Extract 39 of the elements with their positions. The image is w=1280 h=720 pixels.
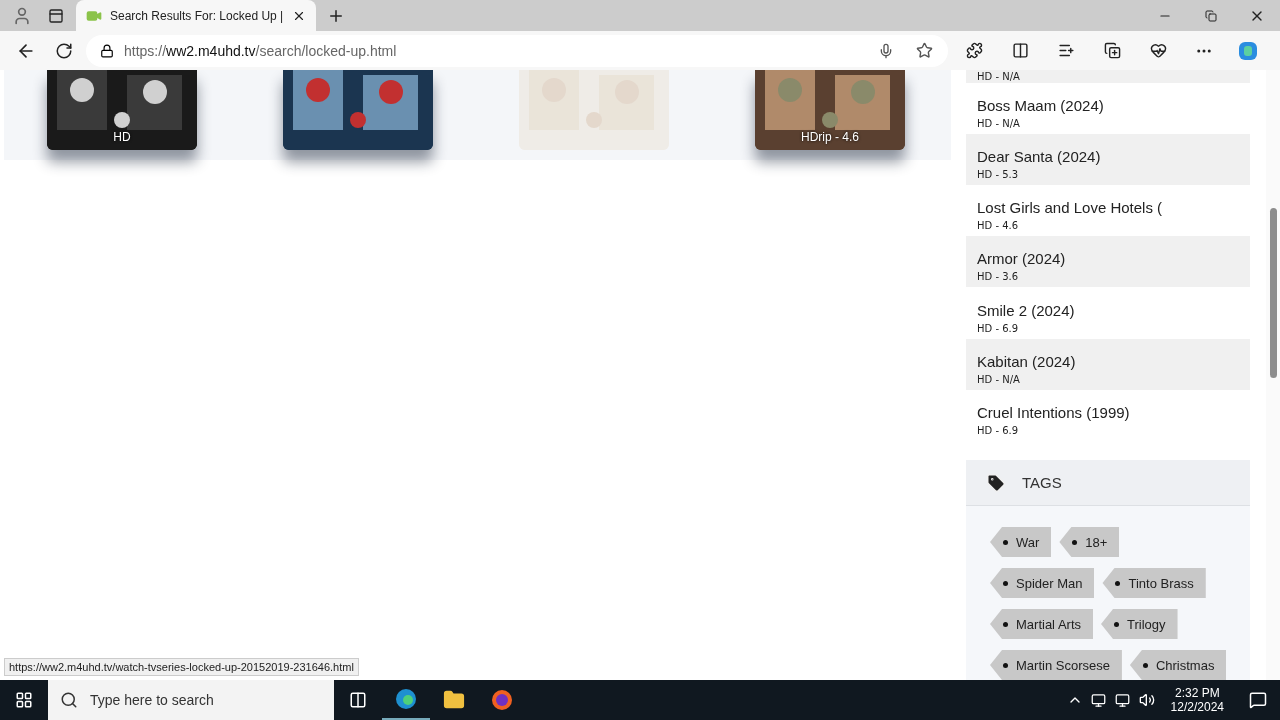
movie-quality: HD - 6.9 (977, 321, 1020, 335)
scrollbar[interactable] (1266, 70, 1280, 680)
tag-link[interactable]: Martial Arts (990, 609, 1093, 640)
tag-link[interactable]: Trilogy (1101, 609, 1178, 640)
tag-link[interactable]: Martin Scorsese (990, 650, 1122, 680)
search-icon (60, 691, 78, 709)
tag-link[interactable]: 18+ (1059, 527, 1120, 558)
movie-title: Armor (2024) (977, 249, 1067, 270)
clock[interactable]: 2:32 PM 12/2/2024 (1170, 686, 1224, 714)
movie-row[interactable]: HD - N/A (966, 70, 1250, 83)
address-bar[interactable]: https://ww2.m4uhd.tv/search/locked-up.html (86, 34, 948, 67)
movie-title: Smile 2 (2024) (977, 300, 1076, 321)
quality-label: HDrip - 4.6 (800, 130, 860, 144)
tag-link[interactable]: Christmas (1129, 650, 1227, 680)
movie-row[interactable]: Dear Santa (2024) HD - 5.3 (966, 133, 1250, 186)
taskbar-search[interactable]: Type here to search (48, 680, 334, 720)
status-url: https://ww2.m4uhd.tv/watch-tvseries-locked-up-20152019-231646.html (4, 658, 359, 676)
movie-quality: HD - 4.6 (977, 219, 1020, 233)
movie-row[interactable]: Armor (2024) HD - 3.6 (966, 236, 1250, 288)
tag-link[interactable]: Tinto Brass (1102, 568, 1206, 599)
tag-link[interactable]: War (990, 527, 1052, 558)
movie-quality: HD - N/A (977, 116, 1021, 130)
movie-quality: HD - N/A (977, 70, 1021, 83)
movie-row[interactable]: Kabitan (2024) HD - N/A (966, 338, 1250, 390)
lock-icon (100, 43, 114, 58)
movie-quality: HD - 5.3 (977, 168, 1020, 182)
movie-title: Kabitan (2024) (977, 351, 1077, 372)
movie-quality: HD - N/A (977, 372, 1021, 386)
movie-title: Lost Girls and Love Hotels ( (977, 198, 1164, 219)
movie-title: Dear Santa (2024) (977, 147, 1102, 168)
browser-tab[interactable]: Search Results For: Locked Up | (76, 0, 316, 31)
movie-title: Cruel Intentions (1999) (977, 402, 1131, 423)
tag-icon (986, 472, 1006, 493)
tag-link[interactable]: Spider Man (990, 568, 1095, 599)
movie-title: Boss Maam (2024) (977, 95, 1105, 116)
quality-label: HD (112, 130, 132, 144)
tags-title: TAGS (1022, 474, 1062, 491)
movie-quality: HD - 3.6 (977, 270, 1020, 284)
movie-quality: HD - 6.9 (977, 423, 1020, 437)
